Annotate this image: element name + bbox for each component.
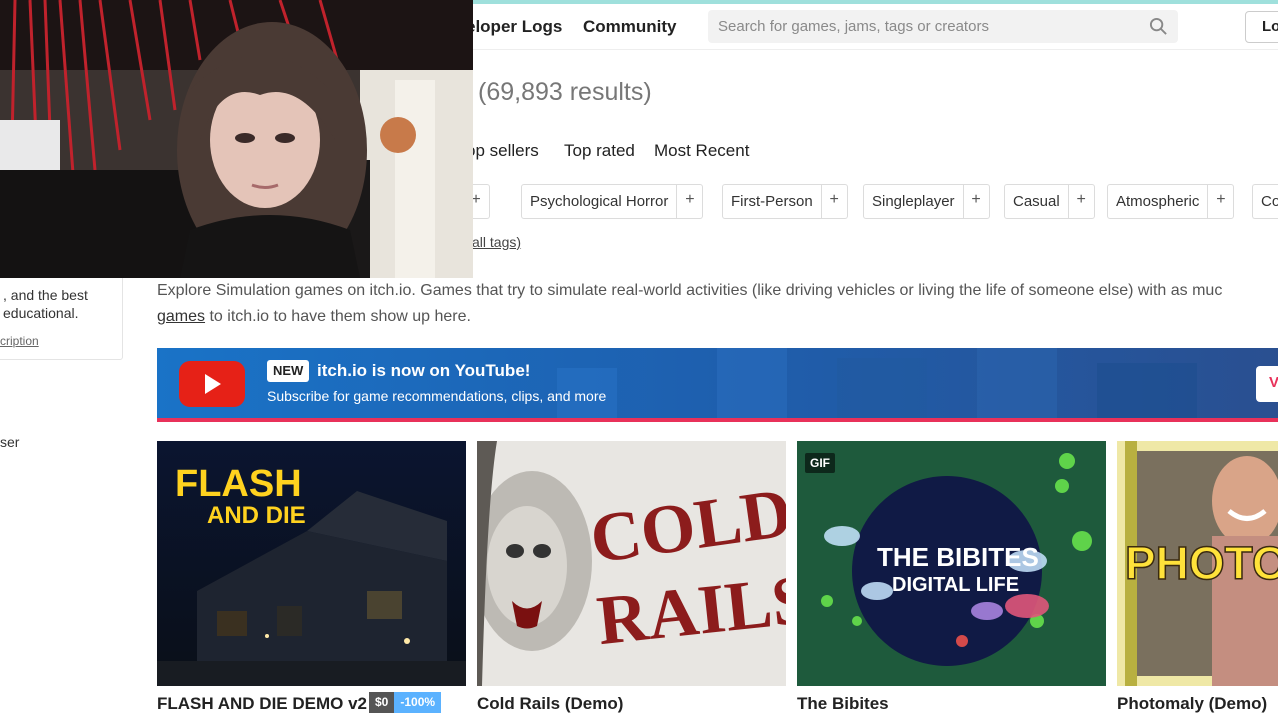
sidebar-subscription-link[interactable]: cription (0, 334, 39, 348)
banner-title: itch.io is now on YouTube! (317, 361, 531, 380)
photomaly-art: PHOTO (1117, 441, 1278, 686)
youtube-promo-banner[interactable]: NEW itch.io is now on YouTube! Subscribe… (157, 348, 1278, 422)
plus-icon[interactable]: + (820, 185, 847, 218)
plus-icon[interactable]: + (676, 185, 702, 218)
sidebar-browser-item[interactable]: ser (0, 434, 19, 450)
price: $0 (369, 692, 395, 713)
game-title[interactable]: FLASH AND DIE DEMO v2 (157, 694, 367, 714)
tag-chip-atmospheric[interactable]: Atmospheric + (1107, 184, 1235, 219)
tab-top-sellers[interactable]: op sellers (466, 141, 539, 161)
plus-icon[interactable]: + (1067, 185, 1094, 218)
new-badge: NEW (267, 360, 310, 382)
game-thumbnail[interactable]: PHOTO (1117, 441, 1278, 686)
description-line: games to itch.io to have them show up he… (157, 304, 1222, 330)
search-icon[interactable] (1149, 17, 1168, 36)
nav-community[interactable]: Community (583, 17, 677, 37)
tag-chip-partial-right[interactable]: Co (1252, 184, 1278, 219)
description-text: to itch.io to have them show up here. (205, 308, 471, 325)
tag-label[interactable]: First-Person (723, 185, 821, 218)
game-title[interactable]: The Bibites (797, 694, 889, 714)
tag-chip-first-person[interactable]: First-Person + (722, 184, 848, 219)
art-title: THE BIBITES (877, 542, 1039, 572)
art-title: FLASH (175, 463, 302, 505)
webcam-feed-image (0, 0, 473, 278)
sidebar-text-line: , and the best (3, 287, 88, 303)
sidebar-text-line: educational. (3, 305, 79, 321)
game-thumbnail[interactable]: FLASH AND DIE (157, 441, 466, 686)
bibites-art: THE BIBITES DIGITAL LIFE (797, 441, 1106, 686)
tag-chip-singleplayer[interactable]: Singleplayer + (863, 184, 990, 219)
game-title[interactable]: Photomaly (Demo) (1117, 694, 1267, 714)
tag-chip-casual[interactable]: Casual + (1004, 184, 1095, 219)
webcam-overlay (0, 0, 473, 278)
game-thumbnail[interactable]: COLD RAILS (477, 441, 786, 686)
banner-subtitle: Subscribe for game recommendations, clip… (267, 388, 607, 404)
category-description: Explore Simulation games on itch.io. Gam… (157, 278, 1222, 330)
tag-chip-psychological-horror[interactable]: Psychological Horror + (521, 184, 704, 219)
tag-label[interactable]: Co (1253, 185, 1278, 218)
search-box[interactable] (708, 10, 1178, 43)
art-title: PHOTO (1125, 537, 1278, 589)
tag-label[interactable]: Atmospheric (1108, 185, 1207, 218)
tag-label[interactable]: Singleplayer (864, 185, 963, 218)
tag-label[interactable]: Psychological Horror (522, 185, 676, 218)
art-subtitle: AND DIE (207, 502, 306, 529)
gif-badge: GIF (805, 453, 835, 473)
flash-and-die-art: FLASH AND DIE (157, 441, 466, 686)
login-button[interactable]: Lo (1245, 11, 1278, 43)
youtube-icon (179, 361, 245, 407)
discount-badge: -100% (394, 692, 442, 713)
description-line: Explore Simulation games on itch.io. Gam… (157, 282, 1223, 299)
art-subtitle: DIGITAL LIFE (892, 574, 1019, 596)
results-count: (69,893 results) (478, 78, 652, 106)
game-title[interactable]: Cold Rails (Demo) (477, 694, 623, 714)
plus-icon[interactable]: + (962, 185, 989, 218)
price-tag: $0 -100% (369, 692, 442, 713)
banner-pattern (557, 348, 1197, 418)
description-link[interactable]: games (157, 308, 205, 325)
game-thumbnail[interactable]: THE BIBITES DIGITAL LIFE GIF (797, 441, 1106, 686)
nav-developer-logs[interactable]: eloper Logs (466, 17, 562, 37)
banner-view-button[interactable]: V (1256, 366, 1278, 402)
tab-most-recent[interactable]: Most Recent (654, 141, 749, 161)
search-input[interactable] (718, 10, 1138, 43)
tag-label[interactable]: Casual (1005, 185, 1068, 218)
tab-top-rated[interactable]: Top rated (564, 141, 635, 161)
plus-icon[interactable]: + (1207, 185, 1233, 218)
cold-rails-art: COLD RAILS (477, 441, 786, 686)
